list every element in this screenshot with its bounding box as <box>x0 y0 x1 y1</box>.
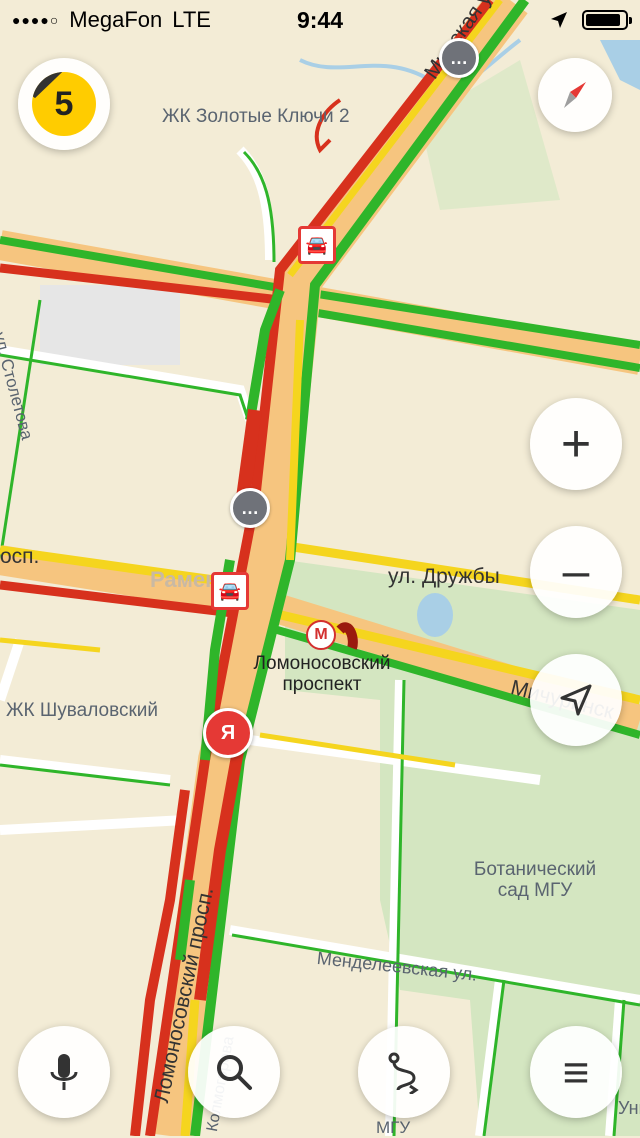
label-mgu: МГУ <box>376 1118 411 1137</box>
traffic-score-value: 5 <box>54 84 74 123</box>
navigation-arrow-icon <box>560 684 592 716</box>
search-button[interactable] <box>188 1026 280 1118</box>
label-universitet: Униве <box>618 1098 640 1118</box>
label-zk-zolotye-klyuchi: ЖК Золотые Ключи 2 <box>162 106 350 127</box>
accident-icon[interactable]: 🚘 <box>298 226 336 264</box>
network-type: LTE <box>172 7 211 32</box>
metro-icon[interactable]: М <box>306 620 336 650</box>
route-icon <box>388 1052 419 1094</box>
search-icon <box>217 1055 252 1090</box>
microphone-icon <box>50 1054 78 1090</box>
label-botanical-garden: Ботанический сад МГУ <box>473 859 597 901</box>
compass-icon <box>564 82 586 108</box>
traffic-light-icon: 5 <box>32 72 96 136</box>
route-button[interactable] <box>358 1026 450 1118</box>
road-event-chat-icon-2[interactable]: … <box>230 488 270 528</box>
traffic-score-button[interactable]: 5 <box>18 58 110 150</box>
road-event-chat-icon[interactable]: … <box>439 38 479 78</box>
plus-icon: + <box>560 415 592 473</box>
user-location-pin[interactable]: Я <box>203 708 253 758</box>
zoom-in-button[interactable]: + <box>530 398 622 490</box>
pond <box>417 593 453 637</box>
compass-button[interactable] <box>538 58 612 132</box>
voice-search-button[interactable] <box>18 1026 110 1118</box>
status-bar: ●●●●○ MegaFon LTE 9:44 <box>0 0 640 40</box>
label-druzhby: ул. Дружбы <box>388 565 500 588</box>
battery-icon <box>582 10 632 30</box>
carrier-name: MegaFon <box>69 7 163 32</box>
label-zk-shuvalovsky: ЖК Шуваловский <box>6 700 159 721</box>
signal-strength: ●●●●○ <box>12 12 60 28</box>
location-arrow-icon <box>551 12 567 28</box>
menu-button[interactable]: ≡ <box>530 1026 622 1118</box>
battery-level <box>586 14 620 26</box>
label-metro-lomonosovsky: Ломоносовский проспект <box>253 653 391 695</box>
label-prosp-left: осп. <box>0 545 40 568</box>
menu-icon: ≡ <box>562 1046 590 1098</box>
my-location-button[interactable] <box>530 654 622 746</box>
accident-icon-2[interactable]: 🚘 <box>211 572 249 610</box>
clock: 9:44 <box>296 6 344 33</box>
industrial-area <box>40 285 180 365</box>
zoom-out-button[interactable]: – <box>530 526 622 618</box>
minus-icon: – <box>562 545 590 598</box>
